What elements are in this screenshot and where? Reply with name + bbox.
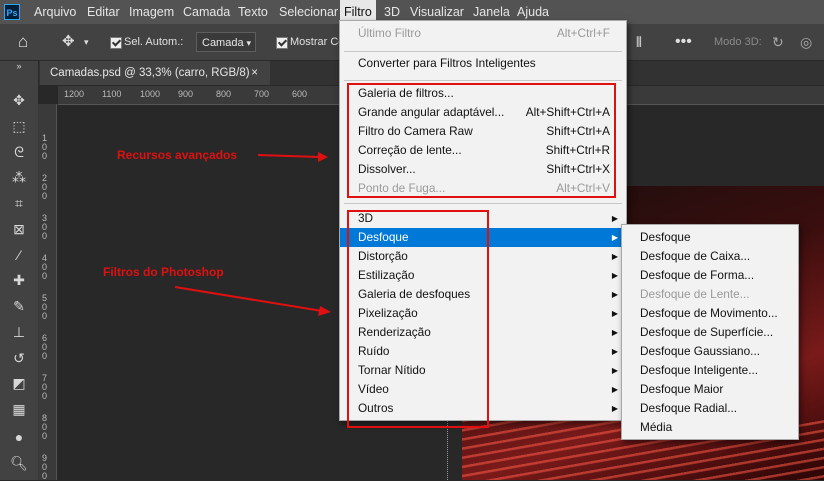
submenu-arrow-icon: ▶ bbox=[611, 252, 618, 261]
submenu-item-shape-blur[interactable]: Desfoque de Forma... bbox=[622, 266, 798, 285]
menu-item-label: Desfoque de Caixa... bbox=[640, 249, 751, 263]
menu-item-label: Média bbox=[640, 420, 673, 434]
menu-item-shortcut: Alt+Ctrl+F bbox=[556, 26, 610, 40]
menu-item-label: Desfoque de Superfície... bbox=[640, 325, 774, 339]
arrow-icon bbox=[174, 286, 331, 316]
menu-item-label: Desfoque Radial... bbox=[640, 401, 738, 415]
submenu-item-average[interactable]: Média bbox=[622, 418, 798, 437]
menu-item-label: Desfoque Gaussiano... bbox=[640, 344, 761, 358]
menu-item-label: Converter para Filtros Inteligentes bbox=[358, 56, 536, 70]
menu-item-label: Desfoque de Lente... bbox=[640, 287, 750, 301]
submenu-item-gaussian-blur[interactable]: Desfoque Gaussiano... bbox=[622, 342, 798, 361]
submenu-arrow-icon: ▶ bbox=[611, 385, 618, 394]
submenu-item-box-blur[interactable]: Desfoque de Caixa... bbox=[622, 247, 798, 266]
highlight-box-advanced bbox=[347, 83, 616, 198]
submenu-item-radial-blur[interactable]: Desfoque Radial... bbox=[622, 399, 798, 418]
submenu-item-motion-blur[interactable]: Desfoque de Movimento... bbox=[622, 304, 798, 323]
submenu-arrow-icon: ▶ bbox=[611, 328, 618, 337]
submenu-item-surface-blur[interactable]: Desfoque de Superfície... bbox=[622, 323, 798, 342]
submenu-item-smart-blur[interactable]: Desfoque Inteligente... bbox=[622, 361, 798, 380]
submenu-arrow-icon: ▶ bbox=[611, 233, 618, 242]
submenu-arrow-icon: ▶ bbox=[611, 309, 618, 318]
menu-item-label: Desfoque bbox=[640, 230, 691, 244]
menu-item-label: Último Filtro bbox=[358, 26, 421, 40]
menu-item-label: Desfoque de Movimento... bbox=[640, 306, 778, 320]
submenu-arrow-icon: ▶ bbox=[611, 347, 618, 356]
menu-separator bbox=[344, 203, 622, 204]
blur-submenu: Desfoque Desfoque de Caixa... Desfoque d… bbox=[621, 224, 799, 440]
menu-item-label: Desfoque de Forma... bbox=[640, 268, 755, 282]
highlight-box-filters bbox=[347, 210, 489, 428]
submenu-item-lens-blur: Desfoque de Lente... bbox=[622, 285, 798, 304]
submenu-arrow-icon: ▶ bbox=[611, 404, 618, 413]
menu-separator bbox=[344, 80, 622, 81]
submenu-arrow-icon: ▶ bbox=[611, 366, 618, 375]
submenu-arrow-icon: ▶ bbox=[611, 214, 618, 223]
menu-item-label: Desfoque Maior bbox=[640, 382, 724, 396]
submenu-arrow-icon: ▶ bbox=[611, 290, 618, 299]
submenu-arrow-icon: ▶ bbox=[611, 271, 618, 280]
menu-item-label: Desfoque Inteligente... bbox=[640, 363, 759, 377]
menu-item-convert-smart-filters[interactable]: Converter para Filtros Inteligentes bbox=[340, 54, 626, 73]
arrow-icon bbox=[257, 152, 328, 162]
submenu-item-blur-more[interactable]: Desfoque Maior bbox=[622, 380, 798, 399]
menu-separator bbox=[344, 51, 622, 52]
menu-item-last-filter: Último Filtro Alt+Ctrl+F bbox=[340, 24, 626, 43]
submenu-item-blur[interactable]: Desfoque bbox=[622, 228, 798, 247]
